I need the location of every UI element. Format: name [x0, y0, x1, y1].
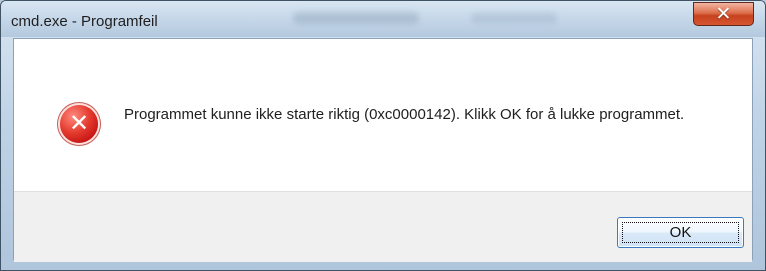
- error-message: Programmet kunne ikke starte riktig (0xc…: [124, 106, 685, 123]
- close-icon: ✕: [715, 3, 732, 25]
- ok-button[interactable]: OK: [617, 217, 744, 248]
- title-bar-blur: [471, 13, 557, 23]
- error-icon: ✕: [60, 105, 98, 143]
- title-bar[interactable]: cmd.exe - Programfeil ✕: [1, 1, 765, 37]
- message-area: ✕ Programmet kunne ikke starte riktig (0…: [14, 39, 752, 191]
- title-bar-blur: [293, 12, 419, 24]
- dialog-footer: OK: [14, 191, 752, 262]
- window-title: cmd.exe - Programfeil: [11, 13, 158, 30]
- close-button[interactable]: ✕: [693, 2, 754, 26]
- error-dialog-window: cmd.exe - Programfeil ✕ ✕ Programmet kun…: [0, 0, 766, 271]
- ok-button-label: OK: [669, 224, 692, 241]
- dialog-client-area: ✕ Programmet kunne ikke starte riktig (0…: [13, 38, 753, 262]
